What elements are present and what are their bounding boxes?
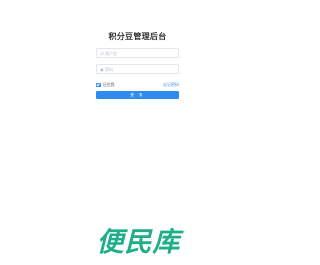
login-options: 记住我 忘记密码 — [96, 82, 179, 88]
username-input[interactable] — [105, 49, 177, 57]
remember-me-label[interactable]: 记住我 — [103, 82, 115, 88]
password-field[interactable]: ▣ — [96, 64, 179, 74]
brand-logo: 便民库 — [97, 227, 185, 256]
user-icon: ☺ — [100, 50, 105, 56]
login-page: 积分豆管理后台 ☺ ▣ 记住我 忘记密码 登 录 便民库 — [0, 0, 275, 265]
brand-logo-text: 便民库 — [97, 227, 185, 256]
password-input[interactable] — [105, 65, 177, 73]
remember-me-checkbox[interactable] — [96, 82, 101, 87]
username-field[interactable]: ☺ — [96, 48, 179, 58]
page-title: 积分豆管理后台 — [108, 32, 167, 41]
lock-icon: ▣ — [100, 66, 104, 72]
login-button[interactable]: 登 录 — [96, 91, 179, 99]
forgot-password-link[interactable]: 忘记密码 — [163, 82, 179, 88]
